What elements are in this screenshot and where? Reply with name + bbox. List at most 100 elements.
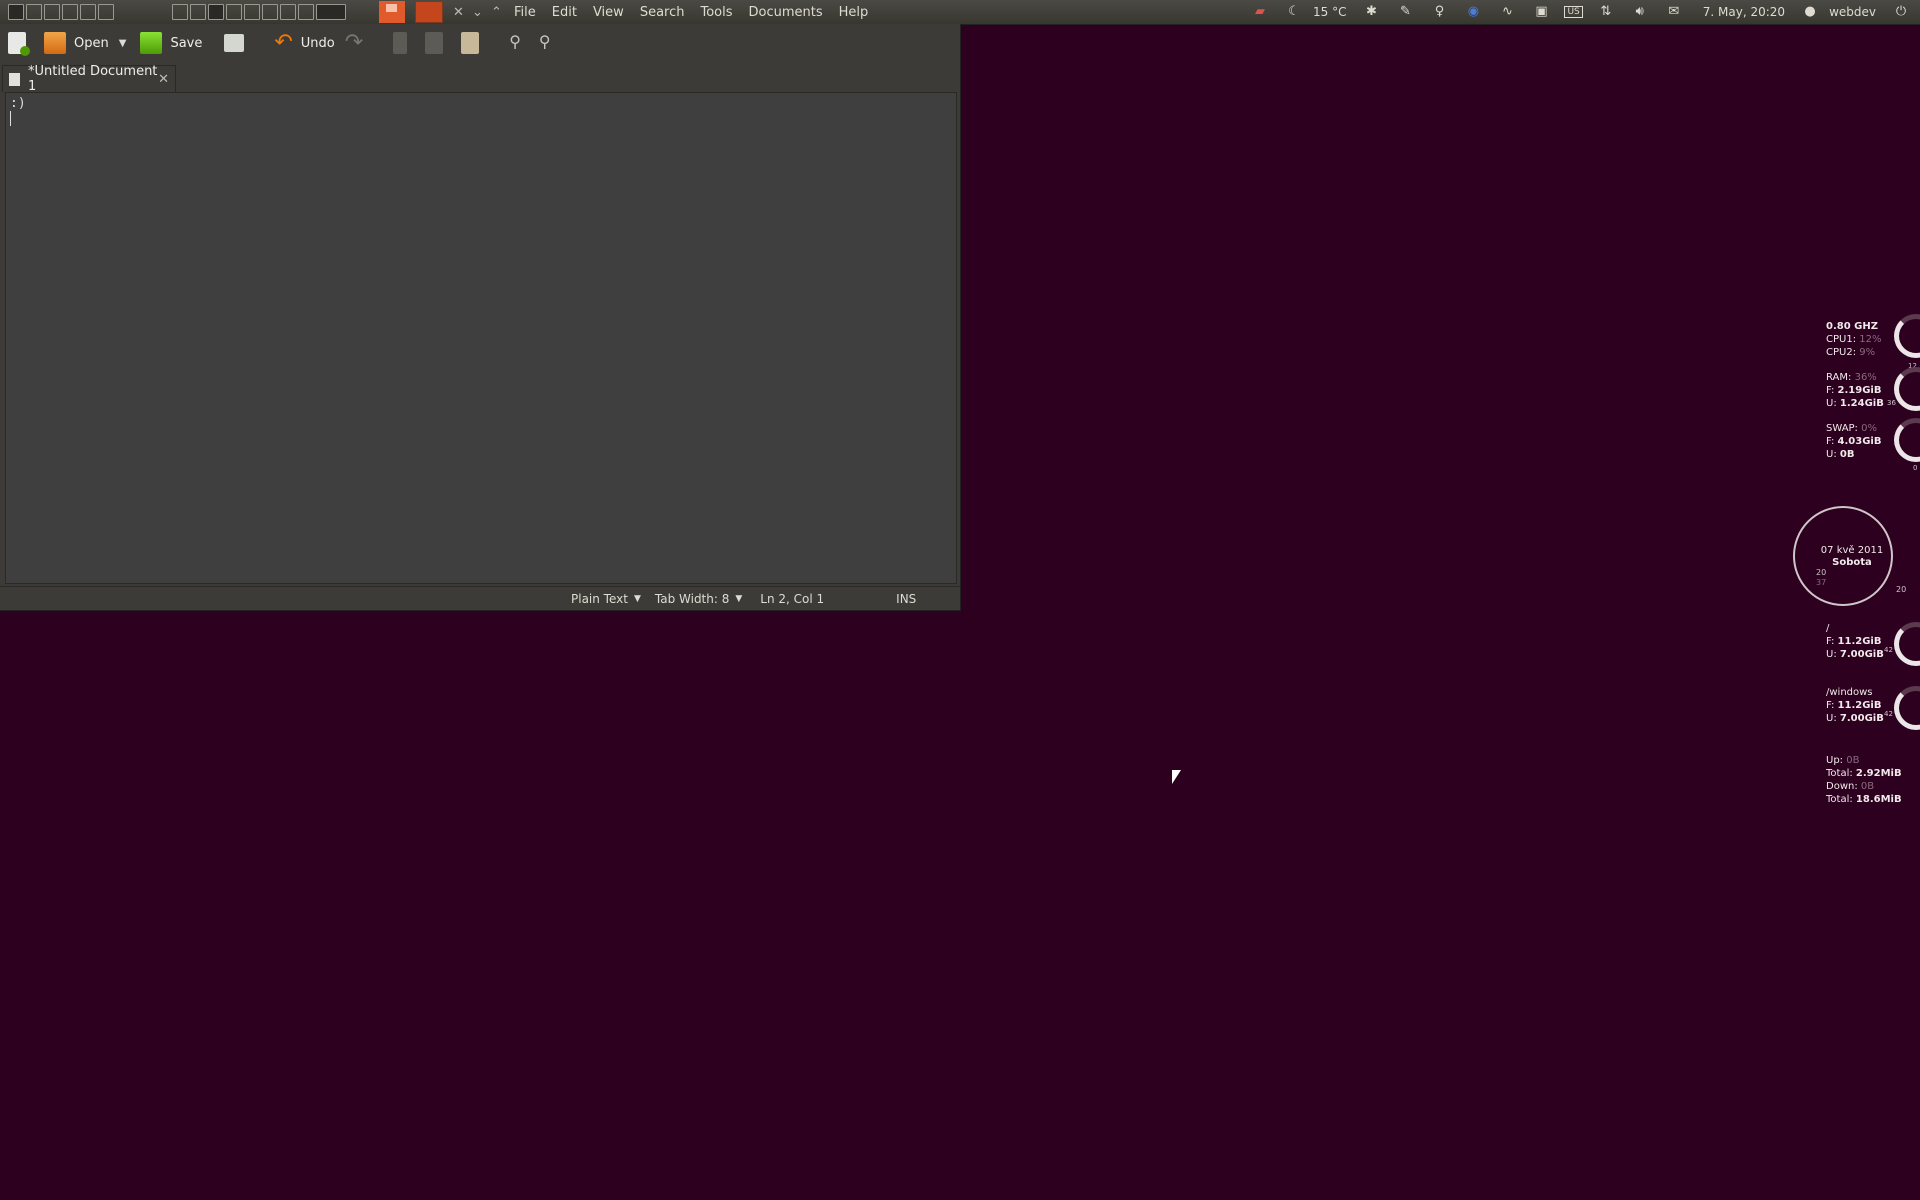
menu-edit[interactable]: Edit [544,5,585,20]
net-up-total-label: Total: [1826,768,1853,779]
system-monitor-icon[interactable]: ∿ [1498,4,1516,20]
compiz-settings-icon[interactable] [208,4,224,20]
menu-documents[interactable]: Documents [741,5,831,20]
weather-temperature[interactable]: 15 °C [1313,5,1346,19]
find-replace-button[interactable]: ⚲ [539,32,559,54]
network-transfer-icon[interactable]: ⇅ [1597,4,1615,20]
windows-fs-used: 7.00GiB [1839,713,1884,724]
net-up-label: Up: [1826,755,1844,766]
redo-button[interactable]: ↷ [345,32,371,54]
open-button[interactable]: Open [44,32,109,54]
window-close-icon[interactable]: ✕ [449,5,468,20]
lightbulb-icon[interactable]: ♀ [1430,4,1448,20]
swap-gauge-number: 0 [1913,464,1918,472]
copy-icon [425,32,444,54]
save-button[interactable]: Save [140,32,202,54]
cut-button[interactable] [393,32,415,54]
tile-layout-3-icon[interactable] [226,4,242,20]
book-icon[interactable]: ▰ [1251,4,1269,20]
tile-layout-2-icon[interactable] [190,4,206,20]
power-icon[interactable]: ⏻ [1892,4,1910,20]
workspace-3-icon[interactable] [62,4,78,20]
tile-layout-5-icon[interactable] [262,4,278,20]
tab-untitled-document-1[interactable]: *Untitled Document 1 ✕ [2,64,176,94]
tab-width-selector[interactable]: Tab Width: 8 [655,592,729,606]
workspace-5-icon[interactable] [98,4,114,20]
volume-icon[interactable]: 🔊︎ [1631,4,1649,20]
conky-clock-dial [1793,506,1893,606]
language-dropdown-icon[interactable]: ▼ [634,594,641,604]
ubuntu-home-icon[interactable] [379,1,405,23]
menu-view[interactable]: View [585,5,632,20]
windows-fs-block: /windows F: 11.2GiB U: 7.00GiB 42 [1826,686,1920,730]
windows-fs-gauge-number: 42 [1884,710,1893,718]
menu-help[interactable]: Help [831,5,877,20]
tile-layout-4-icon[interactable] [244,4,260,20]
terminal-launcher-icon[interactable] [8,4,24,20]
tab-close-icon[interactable]: ✕ [158,72,169,87]
workspace-2-icon[interactable] [44,4,60,20]
text-editor-area[interactable]: :) [5,92,957,584]
ram-label: RAM: [1826,372,1852,383]
copy-button[interactable] [425,32,451,54]
root-fs-free: 11.2GiB [1837,636,1882,647]
net-down-total-label: Total: [1826,794,1853,805]
save-icon [140,32,163,54]
save-label: Save [170,35,203,51]
network-globe-icon[interactable]: ◉ [1464,4,1482,20]
clock-date: 07 kvě 2011 [1820,545,1884,556]
tile-layout-7-icon[interactable] [298,4,314,20]
printer-icon [224,34,245,52]
windows-fs-free: 11.2GiB [1837,700,1882,711]
swap-used: 0B [1839,449,1855,460]
magnifier-icon: ⚲ [509,32,521,51]
notes-icon[interactable]: ✎ [1396,4,1414,20]
tile-layout-1-icon[interactable] [172,4,188,20]
root-fs-used-label: U: [1826,649,1837,660]
new-document-button[interactable] [8,32,34,56]
gedit-taskbar-icon[interactable] [415,1,443,23]
top-panel: ✕ ⌄ ⌃ File Edit View Search Tools Docume… [0,0,1920,25]
find-button[interactable]: ⚲ [509,32,529,54]
folder-open-icon [44,32,66,54]
open-recent-dropdown-icon[interactable]: ▼ [119,38,127,49]
clock-datetime[interactable]: 7. May, 20:20 [1703,5,1785,19]
window-switcher-icon[interactable]: ▣ [1532,4,1550,20]
menu-tools[interactable]: Tools [692,5,740,20]
document-tabbar: *Untitled Document 1 ✕ [0,62,960,94]
window-maximize-icon[interactable]: ⌃ [487,5,506,20]
keyboard-layout-indicator[interactable]: US [1564,6,1583,18]
settings-asterisk-icon[interactable]: ✱ [1362,4,1380,20]
root-fs-free-label: F: [1826,636,1835,647]
clipboard-icon [461,32,480,54]
scissors-icon [393,32,408,54]
clock-second: 37 [1816,578,1827,587]
tile-layout-6-icon[interactable] [280,4,296,20]
print-button[interactable] [224,34,252,52]
workspace-4-icon[interactable] [80,4,96,20]
username-label[interactable]: webdev [1829,5,1876,19]
insert-mode-indicator: INS [896,591,917,606]
undo-button[interactable]: ↶ Undo [274,32,334,54]
eye-icon[interactable] [316,4,346,20]
swap-free-label: F: [1826,436,1835,447]
window-minimize-icon[interactable]: ⌄ [468,5,487,20]
mail-icon[interactable]: ✉ [1665,4,1683,20]
menu-file[interactable]: File [506,5,544,20]
gedit-window: Open ▼ Save ↶ Undo ↷ ⚲ ⚲ *Untitled Docum… [0,24,961,611]
workspace-1-icon[interactable] [26,4,42,20]
swap-used-label: U: [1826,449,1837,460]
cpu-block: 0.80 GHZ CPU1: 12% CPU2: 9% 12 [1826,314,1920,370]
ram-percent: 36% [1854,372,1877,383]
root-fs-used: 7.00GiB [1839,649,1884,660]
user-status-icon[interactable]: ● [1801,4,1819,20]
paste-button[interactable] [461,32,487,54]
tab-width-dropdown-icon[interactable]: ▼ [735,594,742,604]
cursor-position: Ln 2, Col 1 [760,591,825,606]
editor-line-1: :) [10,96,26,111]
menu-search[interactable]: Search [632,5,693,20]
language-selector[interactable]: Plain Text [571,592,628,606]
ram-block: RAM: 36% F: 2.19GiB U: 1.24GiB 36 [1826,367,1920,411]
tab-title: *Untitled Document 1 [28,64,158,94]
moon-icon[interactable]: ☾ [1285,4,1303,20]
